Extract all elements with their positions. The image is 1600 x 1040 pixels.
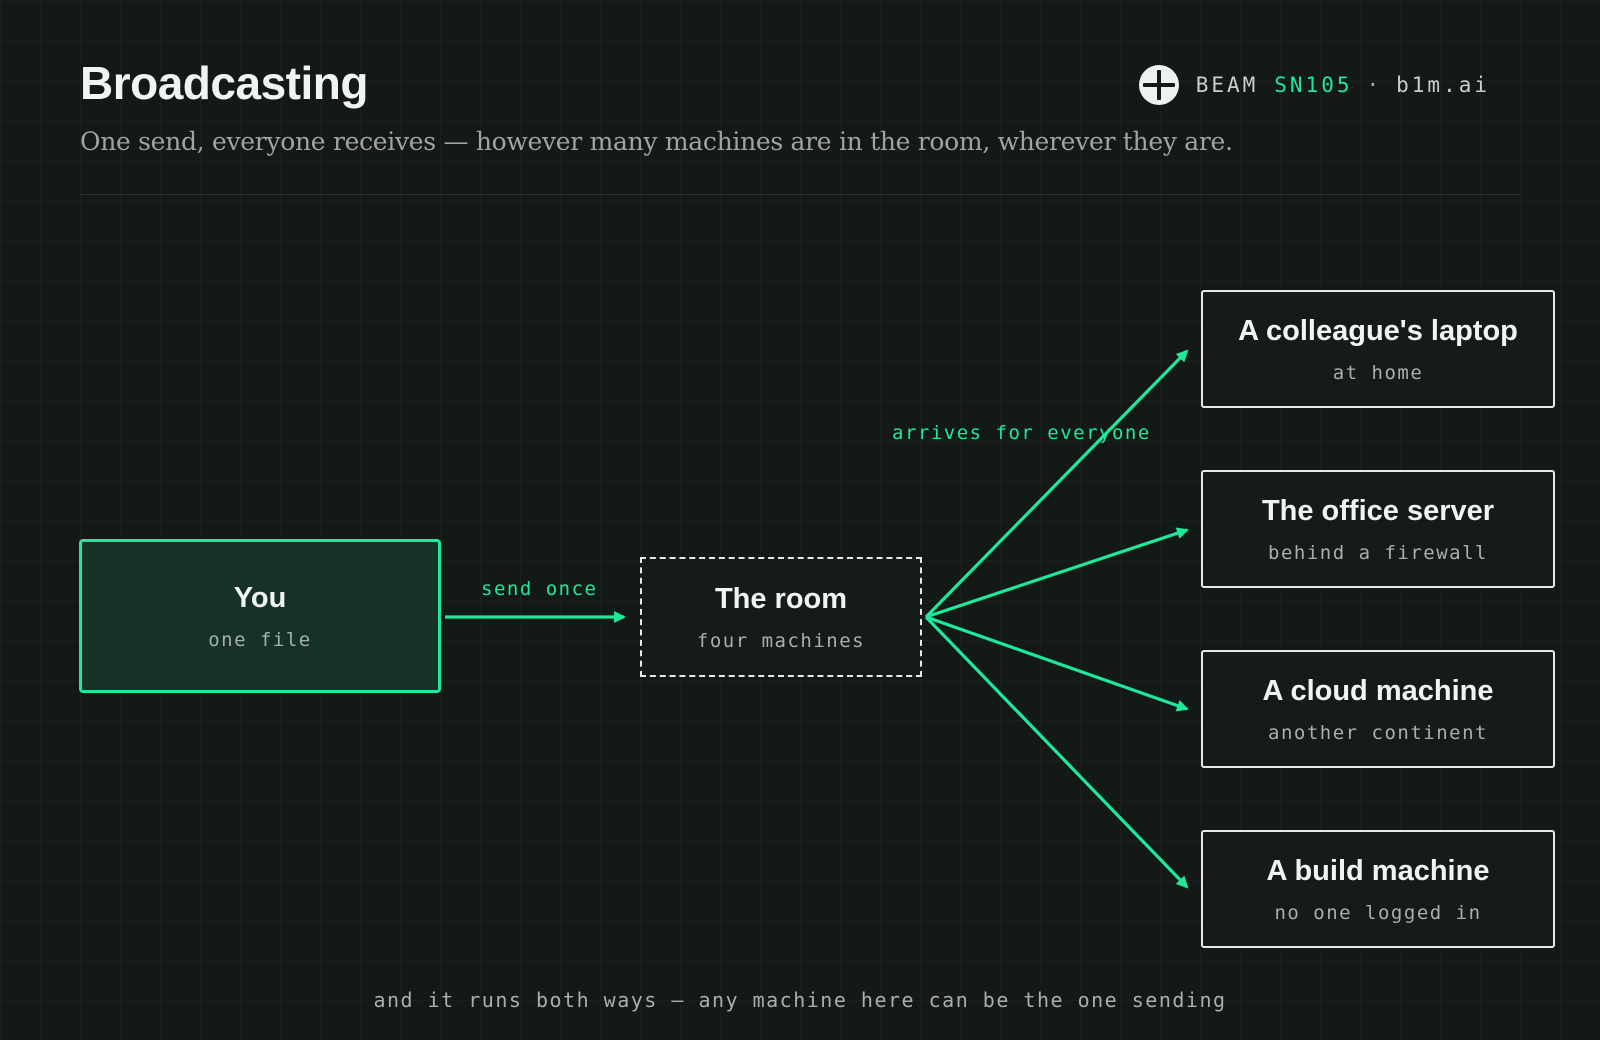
hub-node-room: The room four machines [640, 557, 922, 677]
destination-node-cloud-machine: A cloud machine another continent [1201, 650, 1555, 768]
source-node-title: You [233, 581, 287, 614]
destination-node-title: The office server [1261, 494, 1495, 527]
edge-to-laptop [924, 349, 1189, 619]
destination-node-title: A colleague's laptop [1238, 314, 1518, 347]
destination-node-office-server: The office server behind a firewall [1201, 470, 1555, 588]
hub-node-title: The room [714, 582, 848, 615]
footer-note: and it runs both ways — any machine here… [373, 988, 1227, 1012]
edge-label-arrives: arrives for everyone [892, 422, 1151, 444]
source-node-subtitle: one file [208, 628, 312, 651]
edge-to-cloud-machine [925, 615, 1189, 712]
edge-label-send-once: send once [481, 578, 598, 600]
edge-to-office-server [925, 527, 1189, 619]
destination-node-subtitle: at home [1332, 361, 1424, 384]
destination-node-laptop: A colleague's laptop at home [1201, 290, 1555, 408]
destination-node-subtitle: behind a firewall [1268, 541, 1488, 564]
destination-node-build-machine: A build machine no one logged in [1201, 830, 1555, 948]
hub-node-subtitle: four machines [696, 629, 866, 652]
source-node-you: You one file [79, 539, 441, 693]
destination-node-title: A cloud machine [1262, 674, 1494, 707]
edge-to-build-machine [924, 615, 1189, 889]
destination-node-title: A build machine [1266, 854, 1490, 887]
destination-node-subtitle: another continent [1268, 721, 1488, 744]
destination-node-subtitle: no one logged in [1274, 901, 1482, 924]
